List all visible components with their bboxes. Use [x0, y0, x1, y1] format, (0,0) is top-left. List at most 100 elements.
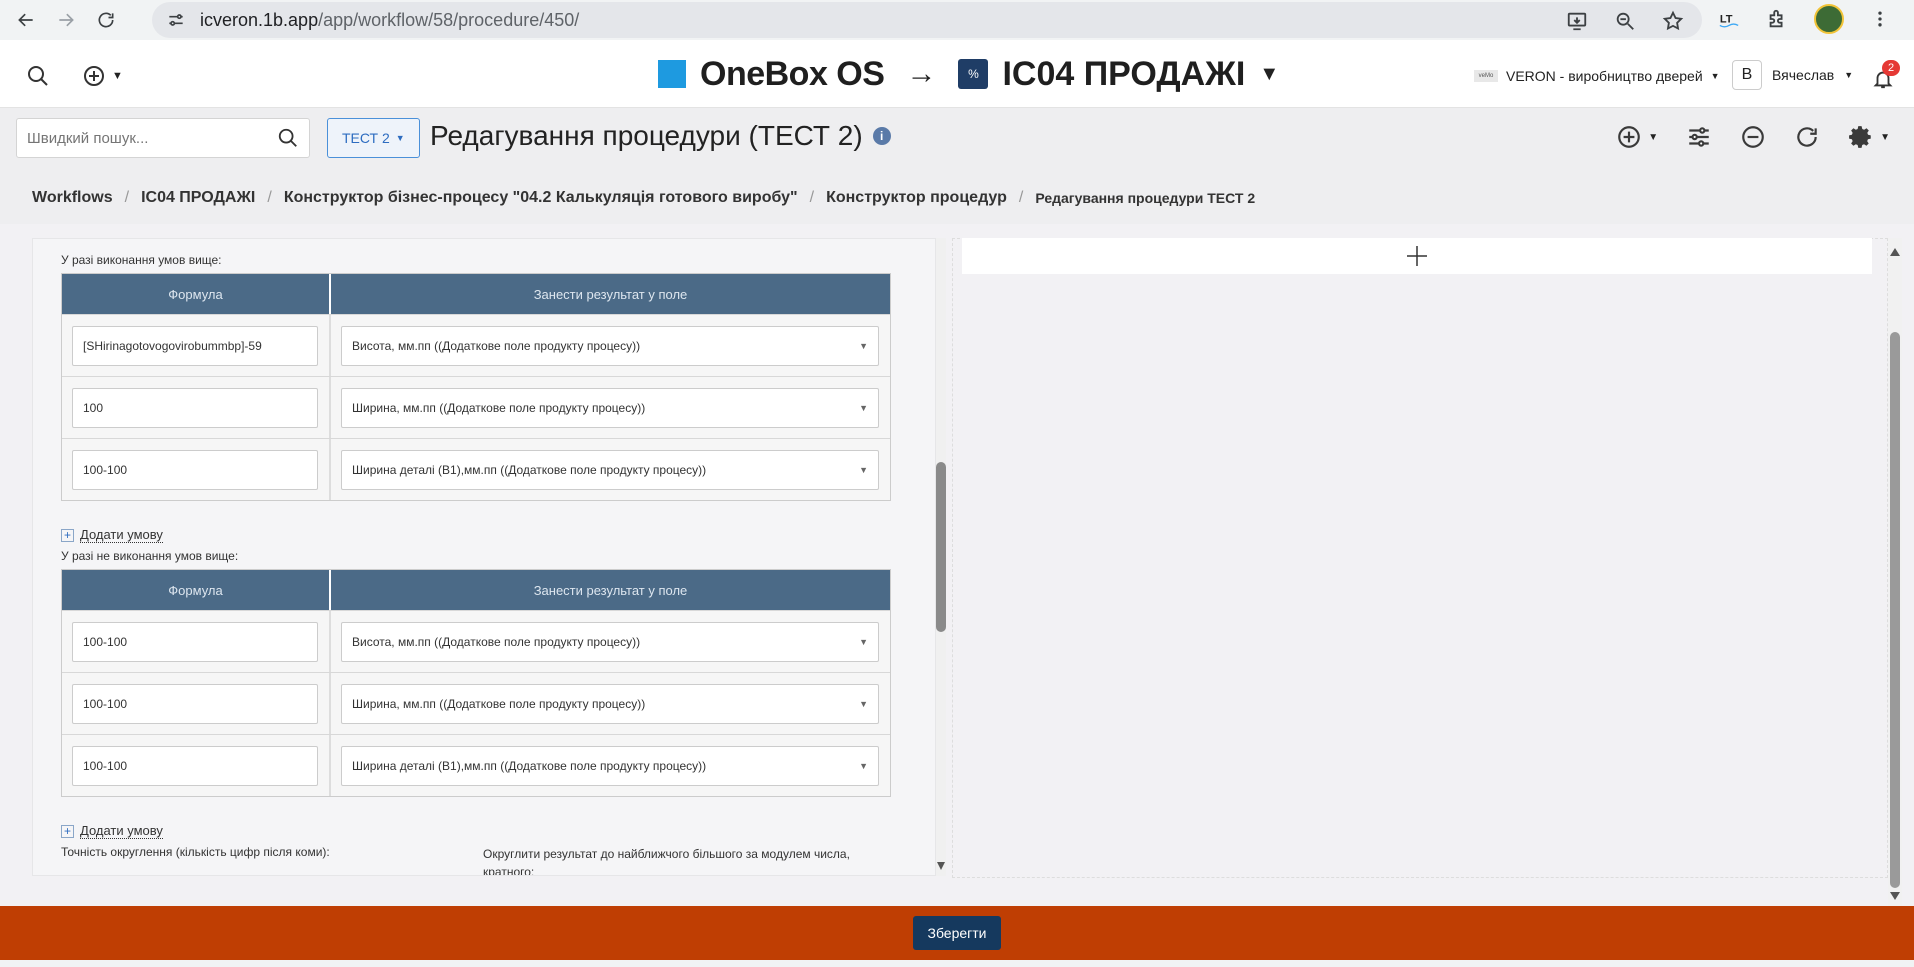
page-title-text: Редагування процедури (ТЕСТ 2)	[430, 120, 863, 151]
table-row: 100-100 Ширина деталі (В1),мм.пп ((Додат…	[62, 438, 890, 500]
quick-search-input[interactable]	[27, 129, 277, 147]
breadcrumb-separator: /	[124, 189, 130, 206]
procedure-canvas-border	[952, 238, 1888, 878]
rounding-precision-label: Точність округлення (кількість цифр післ…	[61, 845, 330, 859]
chevron-down-icon: ▼	[859, 340, 868, 351]
formula-input[interactable]: 100-100	[72, 745, 318, 786]
met-results-table: Формула Занести результат у поле [SHirin…	[61, 273, 891, 501]
result-field-value: Ширина деталі (В1),мм.пп ((Додаткове пол…	[352, 758, 707, 773]
table-row: 100 Ширина, мм.пп ((Додаткове поле проду…	[62, 376, 890, 438]
browser-menu-icon[interactable]	[1870, 9, 1890, 29]
breadcrumb-item[interactable]: Конструктор бізнес-процесу "04.2 Калькул…	[284, 189, 798, 207]
plus-icon[interactable]	[1405, 244, 1429, 268]
user-name: Вячеслав	[1772, 67, 1835, 83]
formula-input[interactable]: 100	[72, 387, 318, 428]
add-action-button[interactable]: ▼	[1616, 124, 1658, 150]
address-bar[interactable]: icveron.1b.app/app/workflow/58/procedure…	[152, 2, 1702, 38]
breadcrumb-item[interactable]: Workflows	[32, 189, 113, 207]
zoom-icon[interactable]	[1614, 10, 1636, 32]
result-field-select[interactable]: Ширина деталі (В1),мм.пп ((Додаткове пол…	[341, 449, 879, 490]
procedure-settings-panel: У разі виконання умов вище: Формула Зане…	[32, 238, 936, 876]
result-field-value: Ширина, мм.пп ((Додаткове поле продукту …	[352, 696, 646, 711]
company-switcher[interactable]: veMo VERON - виробництво дверей ▼	[1474, 68, 1720, 84]
result-field-select[interactable]: Ширина, мм.пп ((Додаткове поле продукту …	[341, 683, 879, 724]
result-field-select[interactable]: Ширина, мм.пп ((Додаткове поле продукту …	[341, 387, 879, 428]
formula-input[interactable]: 100-100	[72, 449, 318, 490]
breadcrumb-separator: /	[1018, 189, 1024, 206]
info-icon[interactable]: i	[872, 127, 891, 145]
bookmark-star-icon[interactable]	[1662, 10, 1684, 32]
main-content: У разі виконання умов вище: Формула Зане…	[0, 224, 1914, 906]
bottom-strip	[0, 960, 1914, 967]
panel-scrollbar[interactable]	[932, 238, 950, 876]
result-field-select[interactable]: Висота, мм.пп ((Додаткове поле продукту …	[341, 621, 879, 662]
site-settings-icon[interactable]	[166, 10, 186, 30]
column-header-formula: Формула	[62, 274, 331, 314]
refresh-icon[interactable]	[1794, 124, 1820, 150]
url-path: /app/workflow/58/procedure/450/	[318, 9, 580, 30]
chevron-down-icon: ▼	[859, 464, 868, 475]
extensions-puzzle-icon[interactable]	[1766, 8, 1788, 30]
table-header: Формула Занести результат у поле	[62, 274, 890, 314]
chevron-down-icon: ▼	[1844, 70, 1854, 80]
reload-icon[interactable]	[86, 0, 126, 40]
add-block-area[interactable]	[962, 238, 1872, 274]
breadcrumb-item[interactable]: IC04 ПРОДАЖІ	[141, 189, 255, 207]
back-icon[interactable]	[6, 0, 46, 40]
search-icon[interactable]	[26, 64, 50, 88]
plus-icon: +	[61, 824, 74, 838]
search-icon[interactable]	[277, 127, 299, 149]
chevron-down-icon[interactable]: ▼	[1259, 63, 1279, 86]
chevron-down-icon: ▼	[859, 402, 868, 413]
subsystem-name: IC04 ПРОДАЖІ	[1002, 54, 1246, 93]
brand-switcher[interactable]: OneBox OS → % IC04 ПРОДАЖІ ▼	[658, 54, 1279, 94]
settings-menu-button[interactable]: ▼	[1848, 124, 1890, 150]
result-field-value: Висота, мм.пп ((Додаткове поле продукту …	[352, 338, 641, 353]
breadcrumb-separator: /	[809, 189, 815, 206]
company-name: VERON - виробництво дверей	[1506, 68, 1703, 84]
chevron-down-icon: ▼	[859, 760, 868, 771]
company-logo: veMo	[1474, 70, 1498, 82]
chevron-down-icon: ▼	[112, 70, 123, 82]
plus-icon: +	[61, 528, 74, 542]
app-header: ▼ OneBox OS → % IC04 ПРОДАЖІ ▼ veMo VERO…	[0, 40, 1914, 108]
minus-circle-icon[interactable]	[1740, 124, 1766, 150]
table-row: 100-100 Ширина, мм.пп ((Додаткове поле п…	[62, 672, 890, 734]
user-menu[interactable]: В Вячеслав ▼	[1732, 60, 1853, 90]
notification-badge: 2	[1882, 60, 1900, 76]
round-multiple-label: Округлити результат до найближчого більш…	[483, 847, 850, 876]
when-met-label: У разі виконання умов вище:	[61, 253, 222, 267]
breadcrumb-current: Редагування процедури ТЕСТ 2	[1035, 190, 1256, 206]
chevron-down-icon: ▼	[859, 698, 868, 709]
add-menu-button[interactable]: ▼	[82, 64, 123, 88]
install-app-icon[interactable]	[1566, 10, 1588, 32]
formula-input[interactable]: [SHirinagotovogovirobummbp]-59	[72, 325, 318, 366]
save-button[interactable]: Зберегти	[913, 916, 1001, 950]
forward-icon[interactable]	[46, 0, 86, 40]
chevron-down-icon: ▼	[859, 636, 868, 647]
page-title: Редагування процедури (ТЕСТ 2) i	[430, 120, 891, 152]
add-condition-label: Додати умову	[80, 527, 163, 543]
result-field-select[interactable]: Висота, мм.пп ((Додаткове поле продукту …	[341, 325, 879, 366]
extension-lt-icon[interactable]: LT	[1718, 8, 1740, 30]
formula-input[interactable]: 100-100	[72, 683, 318, 724]
brand-name: OneBox OS	[700, 54, 885, 93]
url-domain: icveron.1b.app	[200, 9, 319, 30]
formula-input[interactable]: 100-100	[72, 621, 318, 662]
column-header-result: Занести результат у поле	[533, 286, 688, 302]
chevron-down-icon: ▼	[1710, 71, 1720, 81]
result-field-value: Ширина, мм.пп ((Додаткове поле продукту …	[352, 400, 646, 415]
test-dropdown-button[interactable]: ТЕСТ 2 ▼	[327, 118, 420, 158]
breadcrumb-item[interactable]: Конструктор процедур	[826, 189, 1007, 207]
add-condition-label: Додати умову	[80, 823, 163, 839]
profile-avatar[interactable]	[1814, 4, 1844, 34]
result-field-select[interactable]: Ширина деталі (В1),мм.пп ((Додаткове пол…	[341, 745, 879, 786]
add-condition-link[interactable]: + Додати умову	[61, 823, 163, 839]
add-condition-link[interactable]: + Додати умову	[61, 527, 163, 543]
quick-search[interactable]	[16, 118, 310, 158]
filter-sliders-icon[interactable]	[1686, 124, 1712, 150]
breadcrumb-separator: /	[267, 189, 272, 206]
page-scrollbar[interactable]	[1886, 238, 1904, 906]
breadcrumb: Workflows / IC04 ПРОДАЖІ / Конструктор б…	[0, 172, 1914, 224]
when-not-met-label: У разі не виконання умов вище:	[61, 549, 239, 563]
